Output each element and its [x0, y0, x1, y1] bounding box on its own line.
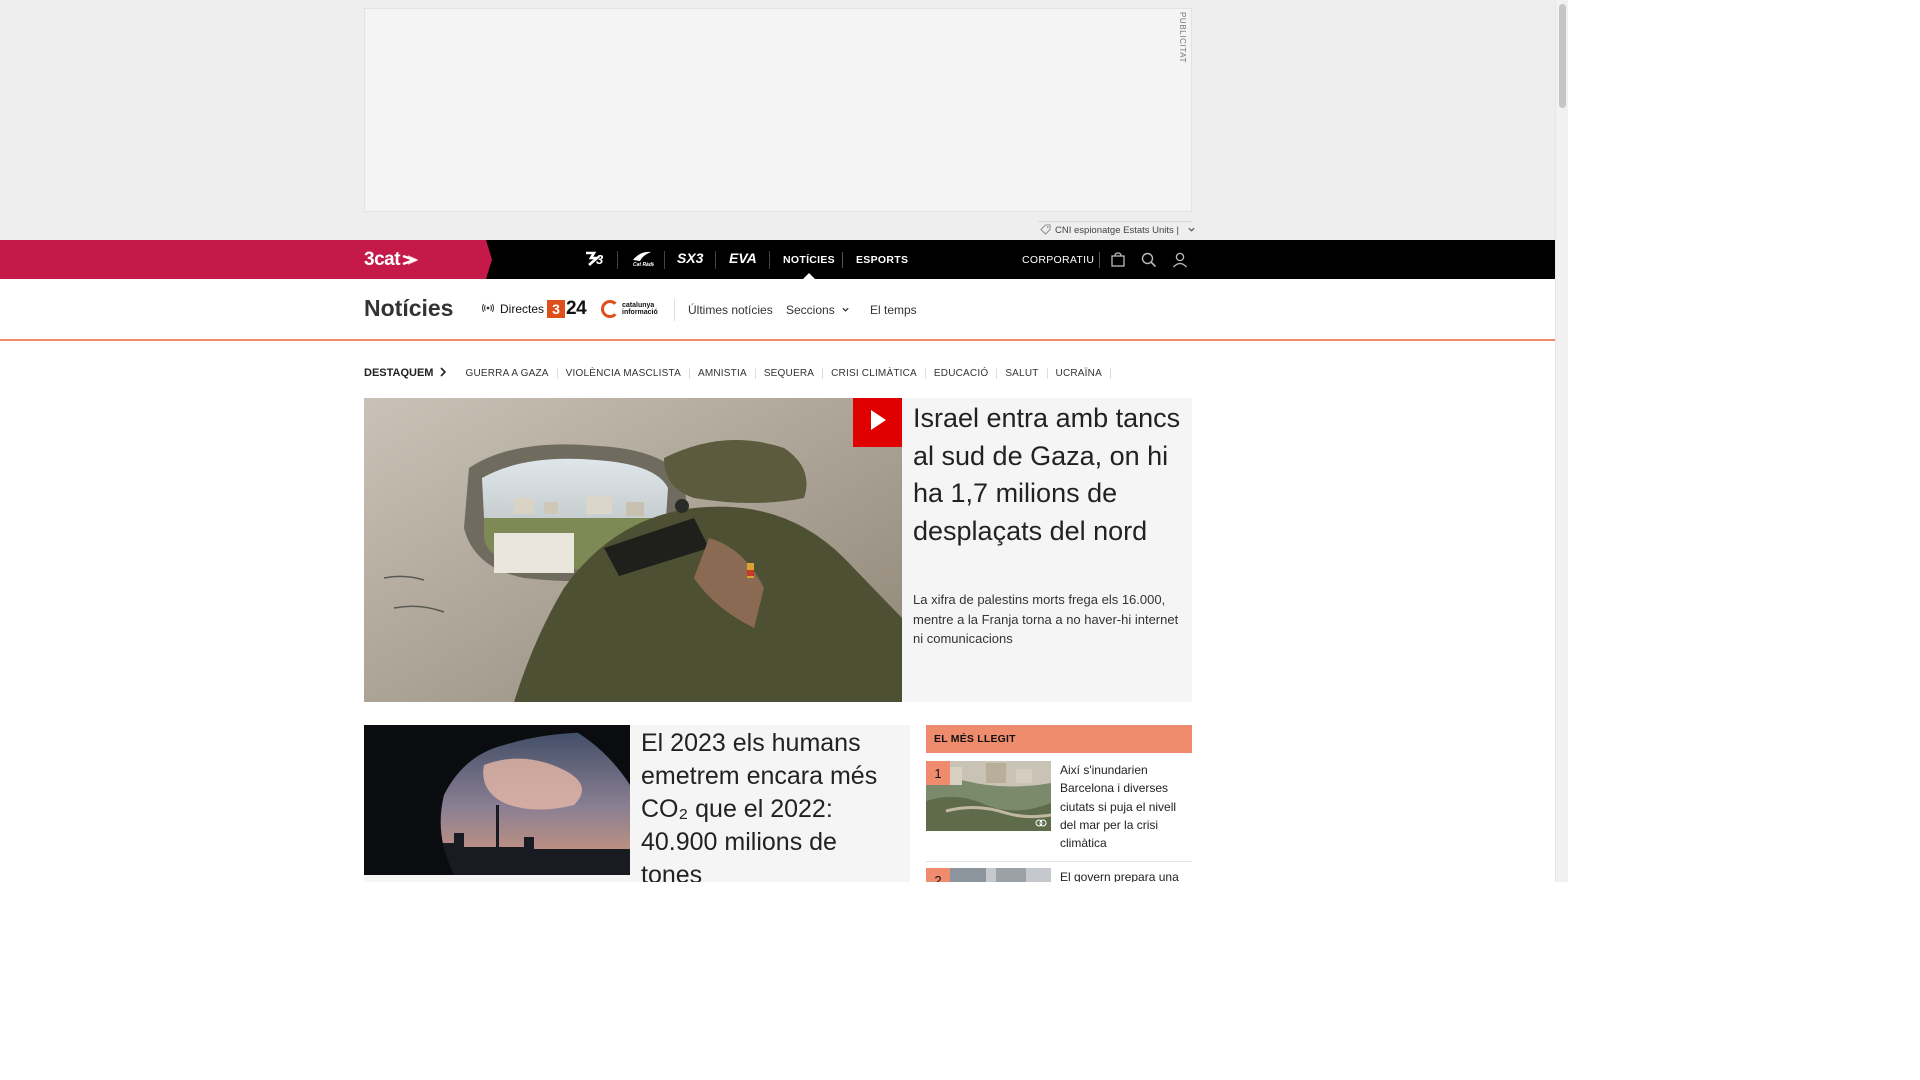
- directes-link[interactable]: Directes: [482, 302, 544, 316]
- page-scrollbar[interactable]: [1555, 0, 1568, 882]
- live-broadcast-icon: [482, 302, 494, 316]
- ad-zone: PUBLICITAT CNI espionatge Estats Units |: [0, 0, 1555, 240]
- highlight-tag[interactable]: VIOLÈNCIA MASCLISTA: [558, 367, 690, 379]
- catinf-text: catalunya informació: [622, 302, 658, 316]
- hero-headline[interactable]: Israel entra amb tancs al sud de Gaza, o…: [913, 400, 1183, 550]
- eva-logo-icon: EVA: [728, 250, 758, 270]
- secondary-article: El 2023 els humans emetrem encara més CO…: [364, 725, 910, 882]
- shopping-bag-icon[interactable]: [1108, 250, 1128, 270]
- svg-text:3: 3: [596, 252, 604, 266]
- svg-text:SX3: SX3: [677, 250, 704, 266]
- logo-324-number: 3: [547, 300, 565, 318]
- highlight-tag[interactable]: SEQUERA: [756, 367, 824, 379]
- search-icon[interactable]: [1139, 250, 1159, 270]
- chevron-down-icon: [841, 303, 850, 317]
- nav-divider: [1099, 252, 1100, 268]
- svg-text:EVA: EVA: [729, 250, 757, 266]
- secondary-article-image[interactable]: [364, 725, 630, 875]
- seccions-dropdown[interactable]: Seccions: [786, 303, 850, 317]
- most-read-title[interactable]: El govern prepara una: [1060, 868, 1190, 882]
- catinf-line2: informació: [622, 309, 658, 316]
- highlights-bar: DESTAQUEM GUERRA A GAZA VIOLÈNCIA MASCLI…: [364, 364, 1111, 382]
- hero-subtitle: La xifra de palestins morts frega els 16…: [913, 592, 1179, 647]
- highlight-tag[interactable]: AMNISTIA: [690, 367, 756, 379]
- page: PUBLICITAT CNI espionatge Estats Units |…: [0, 0, 1568, 882]
- highlight-tag[interactable]: CRISI CLIMÀTICA: [823, 367, 926, 379]
- secondary-article-headline[interactable]: El 2023 els humans emetrem encara més CO…: [641, 727, 901, 882]
- nav-noticies[interactable]: NOTÍCIES: [783, 240, 835, 280]
- highlight-tag[interactable]: EDUCACIÓ: [926, 367, 998, 379]
- most-read-header: EL MÉS LLEGIT: [926, 725, 1192, 753]
- section-title[interactable]: Notícies: [364, 295, 453, 322]
- brand-name: 3cat: [364, 249, 401, 270]
- sx3-logo-icon: SX3: [676, 250, 706, 270]
- catinf-mark-icon: [601, 300, 619, 318]
- highlight-tag[interactable]: UCRAÏNA: [1048, 367, 1111, 379]
- most-read-item[interactable]: 2 El govern prepara una: [926, 868, 1192, 882]
- highlights-label: DESTAQUEM: [364, 367, 434, 379]
- link-ultimes-noticies[interactable]: Últimes notícies: [688, 303, 773, 317]
- scrollbar-thumb[interactable]: [1559, 4, 1566, 108]
- play-icon: [869, 409, 887, 436]
- user-icon[interactable]: [1170, 250, 1190, 270]
- top-navigation: 3cat 3 Cat Ràdio SX3 EVA NOTÍCIES: [0, 240, 1555, 280]
- play-video-button[interactable]: [853, 398, 902, 447]
- rank-badge: 1: [926, 761, 950, 785]
- tag-icon: [1040, 223, 1051, 238]
- most-read-divider: [926, 861, 1192, 862]
- nav-esports[interactable]: ESPORTS: [856, 240, 908, 279]
- channel-sx3[interactable]: SX3: [665, 240, 716, 279]
- hero-article: Israel entra amb tancs al sud de Gaza, o…: [364, 398, 1192, 702]
- svg-text:Cat Ràdio: Cat Ràdio: [633, 262, 654, 267]
- most-read-title[interactable]: Així s'inundarien Barcelona i diverses c…: [1060, 761, 1190, 852]
- advertisement-slot[interactable]: [364, 8, 1192, 212]
- brand-logo[interactable]: 3cat: [364, 249, 419, 271]
- chevron-right-icon: [439, 366, 447, 380]
- chevron-down-icon[interactable]: [1187, 225, 1196, 237]
- channel-eva[interactable]: EVA: [716, 240, 770, 279]
- rank-badge: 2: [926, 868, 950, 882]
- nav-corporatiu[interactable]: CORPORATIU: [1022, 240, 1094, 279]
- section-divider: [674, 299, 675, 321]
- catradio-logo-icon: Cat Ràdio: [630, 249, 656, 271]
- ad-label: PUBLICITAT: [1178, 12, 1187, 64]
- catinf-line1: catalunya: [622, 302, 655, 309]
- most-read-item[interactable]: 1 Així s'inundarien Barcelona i diverses…: [926, 761, 1192, 861]
- most-read-panel: EL MÉS LLEGIT 1 Així s'inundarien Barcel…: [926, 725, 1192, 882]
- trending-ticker[interactable]: CNI espionatge Estats Units |: [1038, 221, 1195, 239]
- hero-image[interactable]: [364, 398, 902, 702]
- channel-324-logo[interactable]: 3 24: [547, 298, 587, 319]
- logo-324-text: 24: [566, 298, 587, 319]
- link-el-temps[interactable]: El temps: [870, 303, 917, 317]
- catalunya-informacio-logo[interactable]: catalunya informació: [601, 300, 658, 318]
- directes-label: Directes: [500, 302, 545, 316]
- highlights-lead[interactable]: DESTAQUEM: [364, 366, 447, 380]
- brand-arrow-icon: [402, 254, 419, 266]
- nav-divider: [842, 252, 843, 268]
- section-header: Notícies Directes 3 24 catalunya informa…: [0, 279, 1555, 341]
- ticker-text: CNI espionatge Estats Units |: [1055, 225, 1179, 236]
- seccions-label: Seccions: [786, 303, 835, 317]
- highlight-tag[interactable]: SALUT: [997, 367, 1048, 379]
- channel-catradio[interactable]: Cat Ràdio: [618, 240, 665, 279]
- channel-tv3[interactable]: 3: [572, 240, 618, 279]
- tv3-logo-icon: 3: [584, 250, 606, 270]
- brand-background: [0, 240, 492, 279]
- highlight-tag[interactable]: GUERRA A GAZA: [457, 367, 558, 379]
